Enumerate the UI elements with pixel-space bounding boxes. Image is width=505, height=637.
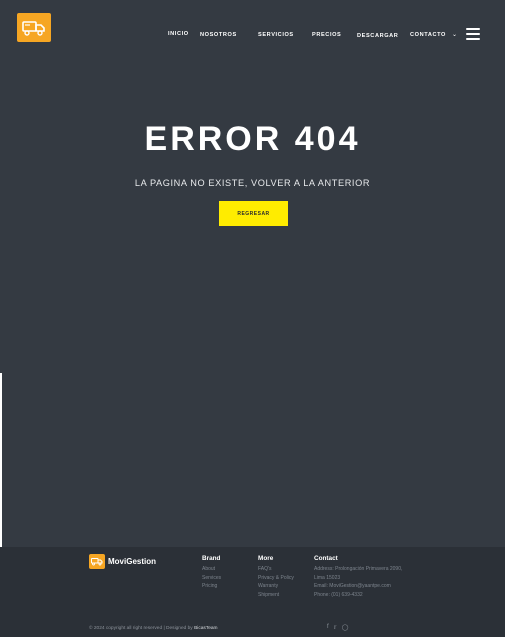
footer-contact-email[interactable]: Email: MoviGestion@yaantpe.com — [314, 582, 402, 591]
hamburger-menu-icon[interactable] — [466, 28, 480, 40]
chevron-down-icon[interactable]: ⌄ — [452, 31, 457, 38]
edge-divider — [0, 373, 2, 547]
footer-link-services[interactable]: Services — [202, 574, 221, 583]
footer-col-brand: Brand About Services Pricing — [202, 555, 221, 591]
footer-link-about[interactable]: About — [202, 565, 221, 574]
truck-icon — [89, 554, 105, 569]
copyright: © 2024 copyright all right reserved | De… — [89, 626, 218, 631]
instagram-icon[interactable]: ◯ — [342, 624, 349, 631]
footer-link-pricing[interactable]: Pricing — [202, 582, 221, 591]
footer-contact-city: Lima 15023 — [314, 574, 341, 581]
back-button[interactable]: REGRESAR — [219, 201, 288, 226]
main-nav: INICIO NOSOTROS SERVICIOS PRECIOS DESCAR… — [0, 0, 505, 60]
nav-inicio[interactable]: INICIO — [168, 31, 189, 37]
footer-link-warranty[interactable]: Warranty — [258, 582, 294, 591]
social-links: f 𝕣 ◯ — [327, 624, 348, 631]
twitter-icon[interactable]: 𝕣 — [334, 624, 337, 631]
footer: MoviGestion Brand About Services Pricing… — [0, 547, 505, 637]
copyright-author-link[interactable]: BicasTeam — [194, 626, 217, 631]
footer-link-privacy[interactable]: Privacy & Policy — [258, 574, 294, 583]
copyright-text: © 2024 copyright all right reserved | De… — [89, 626, 193, 631]
footer-col-title: Contact — [314, 555, 338, 562]
nav-contacto[interactable]: CONTACTO — [410, 32, 446, 38]
footer-col-title: More — [258, 555, 274, 562]
page: INICIO NOSOTROS SERVICIOS PRECIOS DESCAR… — [0, 0, 505, 637]
footer-col-more: More FAQ's Privacy & Policy Warranty Shi… — [258, 555, 294, 599]
footer-brand-name: MoviGestion — [108, 557, 157, 566]
footer-contact-address: Address: Prolongación Primavera 2090, — [314, 566, 403, 572]
nav-descargar[interactable]: DESCARGAR — [357, 33, 398, 39]
footer-link-shipment[interactable]: Shipment — [258, 591, 294, 600]
footer-contact-phone[interactable]: Phone: (01) 639-4332 — [314, 591, 402, 600]
footer-link-faqs[interactable]: FAQ's — [258, 565, 294, 574]
nav-servicios[interactable]: SERVICIOS — [258, 32, 294, 38]
footer-col-title: Brand — [202, 555, 221, 562]
footer-col-contact: Contact Address: Prolongación Primavera … — [314, 555, 402, 599]
facebook-icon[interactable]: f — [327, 624, 329, 631]
error-title: ERROR 404 — [144, 120, 361, 158]
nav-nosotros[interactable]: NOSOTROS — [200, 32, 237, 38]
error-subtitle: LA PAGINA NO EXISTE, VOLVER A LA ANTERIO… — [134, 178, 371, 188]
nav-precios[interactable]: PRECIOS — [312, 32, 341, 38]
footer-logo[interactable]: MoviGestion — [89, 554, 156, 569]
